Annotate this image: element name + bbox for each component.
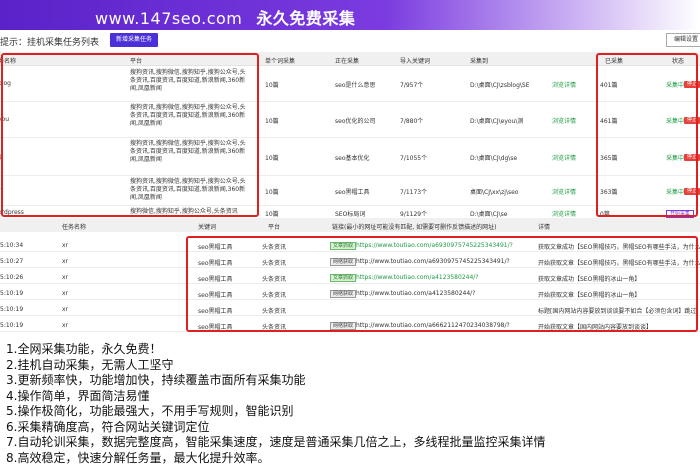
- log-task: xr: [62, 274, 69, 281]
- log-header-task: 任务名称: [62, 224, 87, 231]
- banner-text: www.147seo.com 永久免费采集: [95, 5, 355, 29]
- task-list-label: 提示：挂机采集任务列表: [0, 38, 100, 48]
- feature-item: 8.高效稳定，快速分解任务量，最大化提升效率。: [6, 450, 270, 465]
- task-imported-count: 7/1055个: [400, 155, 428, 162]
- task-save-path: D:\桌面\CJ\se: [470, 211, 508, 218]
- task-current-keyword: seo黑帽工具: [335, 189, 370, 196]
- feature-item: 3.更新频率快，功能增加快，持续覆盖市面所有采集功能: [6, 373, 306, 387]
- header-target: 采集到: [470, 58, 489, 65]
- task-current-keyword: SEO标局词: [335, 211, 366, 218]
- task-imported-count: 9/1129个: [400, 211, 428, 218]
- banner-slogan: 永久免费采集: [256, 9, 356, 28]
- edit-settings-button[interactable]: 编辑设置: [666, 33, 700, 47]
- task-imported-count: 7/1173个: [400, 189, 428, 196]
- banner-site: www.147seo.com: [95, 9, 243, 28]
- highlight-box-status: [596, 53, 698, 217]
- log-time: 5:10:34: [0, 242, 24, 249]
- task-single-count: 10篇: [265, 155, 279, 162]
- log-task: xr: [62, 306, 69, 313]
- highlight-box-platform: [1, 53, 259, 217]
- highlight-box-log: [186, 236, 698, 332]
- top-banner: www.147seo.com 永久免费采集: [0, 0, 700, 30]
- header-single: 单个词采集: [265, 58, 296, 65]
- new-task-button[interactable]: 新增采集任务: [110, 33, 159, 47]
- log-task: xr: [62, 290, 69, 297]
- view-details-link[interactable]: 浏览详情: [552, 80, 576, 89]
- task-save-path: 桌面\CJ\xx\zj\seo: [470, 189, 519, 196]
- view-details-link[interactable]: 浏览详情: [552, 209, 576, 218]
- log-header-platform: 平台: [268, 224, 281, 231]
- log-header-url: 链接(最小的网址可能没有匹配, 如需要可删作反馈描述的网址): [332, 224, 497, 231]
- header-imported: 导入关键词: [400, 58, 431, 65]
- log-task: xr: [62, 242, 69, 249]
- view-details-link[interactable]: 浏览详情: [552, 153, 576, 162]
- feature-item: 2.挂机自动采集，无需人工坚守: [6, 357, 174, 372]
- task-single-count: 10篇: [265, 189, 279, 196]
- task-imported-count: 7/880个: [400, 118, 424, 125]
- hint-row: 提示：挂机采集任务列表 新增采集任务 编辑设置: [0, 32, 700, 50]
- task-save-path: D:\桌面\CJ\dg\se: [470, 155, 518, 162]
- task-single-count: 10篇: [265, 118, 279, 125]
- log-time: 5:10:19: [0, 290, 24, 297]
- log-time: 5:10:19: [0, 306, 24, 313]
- feature-item: 5.操作极简化，功能最强大，不用手写规则，智能识别: [6, 404, 294, 418]
- feature-item: 1.全网采集功能，永久免费！: [6, 342, 162, 356]
- task-save-path: D:\桌面\CJ\zsblog\SE: [470, 82, 530, 89]
- task-current-keyword: seo基本优化: [335, 155, 370, 162]
- feature-item: 4.操作简单，界面简洁易懂: [6, 388, 150, 403]
- log-time: 5:10:26: [0, 274, 24, 281]
- task-current-keyword: seo是什么意思: [335, 82, 376, 89]
- log-time: 5:10:19: [0, 322, 24, 329]
- log-task: xr: [62, 322, 69, 329]
- header-current: 正在采集: [335, 58, 360, 65]
- task-single-count: 10篇: [265, 82, 279, 89]
- view-details-link[interactable]: 浏览详情: [552, 116, 576, 125]
- task-imported-count: 7/957个: [400, 82, 424, 89]
- feature-list: 1.全网采集功能，永久免费！ 2.挂机自动采集，无需人工坚守 3.更新频率快，功能增…: [6, 342, 696, 466]
- log-task: xr: [62, 258, 69, 265]
- task-save-path: D:\桌面\CJ\eyou\测: [470, 118, 524, 125]
- feature-item: 7.自动轮训采集，数据完整度高，智能采集速度，速度是普通采集几倍之上，多线程批量…: [6, 435, 546, 449]
- log-time: 5:10:27: [0, 258, 24, 265]
- task-current-keyword: seo优化的公司: [335, 118, 376, 125]
- log-header-detail: 详情: [538, 224, 551, 231]
- view-details-link[interactable]: 浏览详情: [552, 187, 576, 196]
- log-table-header: 任务名称 关键词 平台 链接(最小的网址可能没有匹配, 如需要可删作反馈描述的网…: [0, 218, 700, 232]
- task-single-count: 10篇: [265, 211, 279, 218]
- log-header-keyword: 关键词: [198, 224, 217, 231]
- feature-item: 6.采集精确度高，符合网站关键词定位: [6, 419, 210, 434]
